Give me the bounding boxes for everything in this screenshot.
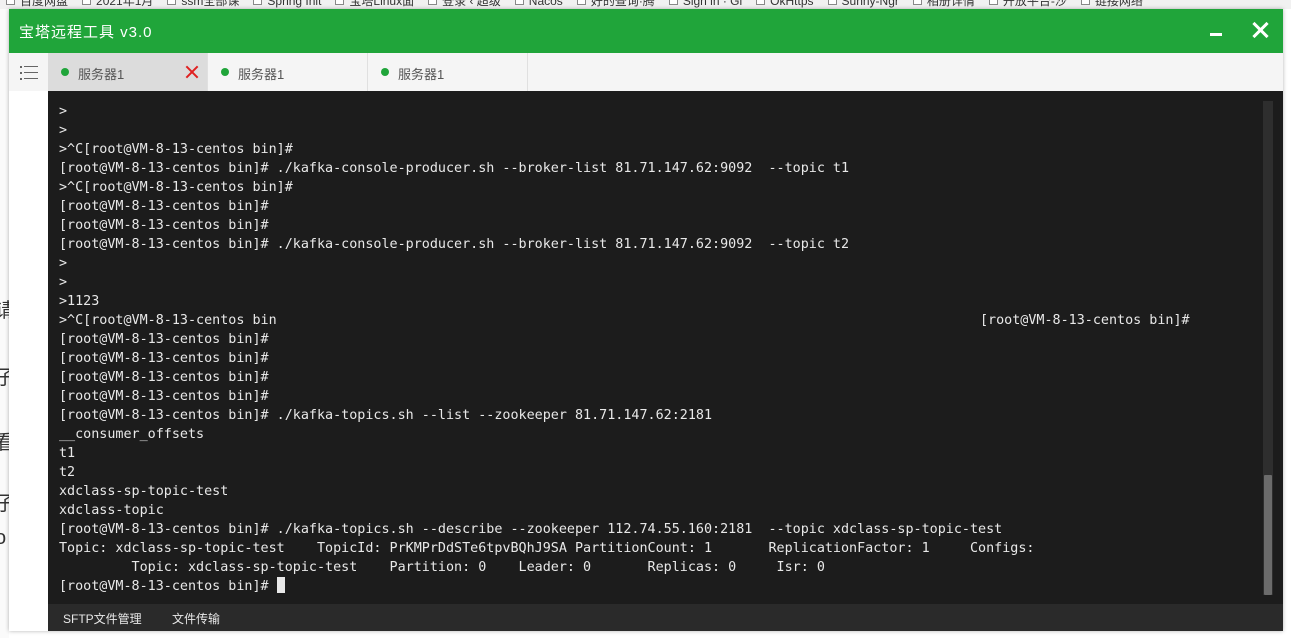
bookmark-item[interactable]: 百度网盘 [0,0,76,9]
title-bar: 宝塔远程工具 v3.0 [9,9,1283,53]
terminal-scrollbar-thumb[interactable] [1264,475,1272,595]
bookmark-item[interactable]: 登录 ‹ 超级 [422,0,509,9]
terminal-line: [root@VM-8-13-centos bin]# ./kafka-conso… [59,161,850,176]
background-page-strip: 请子看子o [0,9,9,638]
bookmark-item[interactable]: ssm全部课 [161,0,247,9]
terminal-line: > [59,256,68,271]
terminal-line: [root@VM-8-13-centos bin]# ./kafka-topic… [59,408,713,423]
terminal-line: >^C[root@VM-8-13-centos bin [59,313,277,328]
background-glyph: o [0,527,7,549]
bookmark-item[interactable]: 2021年1月 [76,0,161,9]
bookmark-item[interactable]: Sunny-Ngr [822,0,907,9]
tab-server-2[interactable]: 服务器1 [208,53,368,91]
terminal-line: xdclass-topic [59,503,164,518]
tab-server-3[interactable]: 服务器1 [368,53,528,91]
tab-file-transfer[interactable]: 文件传输 [172,610,220,627]
terminal-line: >^C[root@VM-8-13-centos bin]# [59,180,293,195]
bookmark-item[interactable]: 好的查询·腾 [571,0,663,9]
terminal-line: [root@VM-8-13-centos bin]# [59,332,269,347]
sidebar [9,91,48,631]
bookmark-item[interactable]: OkHttps [750,0,821,9]
terminal-line: [root@VM-8-13-centos bin]# [59,370,269,385]
terminal[interactable]: > > >^C[root@VM-8-13-centos bin]# [root@… [48,91,1283,604]
minimize-icon[interactable] [1206,19,1226,41]
terminal-line: > [59,275,68,290]
browser-bookmarks-bar: 百度网盘 2021年1月 ssm全部课 Spring Init 宝塔Linux面 登录 ‹… [0,0,1291,9]
terminal-line: [root@VM-8-13-centos bin]# ./kafka-conso… [59,237,850,252]
connected-status-icon [61,68,69,76]
terminal-line: t1 [59,446,76,461]
tab-label: 服务器1 [398,67,445,82]
terminal-line: >^C[root@VM-8-13-centos bin]# [59,142,293,157]
tab-label: 服务器1 [238,67,285,82]
terminal-line: xdclass-sp-topic-test [59,484,229,499]
connected-status-icon [221,68,229,76]
app-title: 宝塔远程工具 v3.0 [19,24,153,41]
bookmark-item[interactable]: Nacos [509,0,571,9]
terminal-line: >1123 [59,294,100,309]
app-window: 宝塔远程工具 v3.0 服务器1 服务器1 服务器1 > > >^C[root@… [9,9,1283,631]
terminal-line: Topic: xdclass-sp-topic-test TopicId: Pr… [59,541,1035,556]
terminal-line: > [59,123,68,138]
terminal-line: Topic: xdclass-sp-topic-test Partition: … [131,560,825,575]
terminal-cursor [276,577,285,593]
connected-status-icon [381,68,389,76]
background-glyph: 子 [0,361,9,390]
bookmark-item[interactable]: 链接网络 [1075,0,1151,9]
bottom-bar: SFTP文件管理 文件传输 [48,604,1283,631]
terminal-line: > [59,104,68,119]
background-glyph: 看 [0,426,9,455]
terminal-line: [root@VM-8-13-centos bin]# [59,389,269,404]
terminal-line: t2 [59,465,76,480]
close-icon[interactable] [1249,18,1271,42]
tab-server-1[interactable]: 服务器1 [48,53,208,91]
terminal-line: [root@VM-8-13-centos bin]# ./kafka-topic… [59,522,1003,537]
bookmark-item[interactable]: 开放平台-沙 [983,0,1075,9]
background-glyph: 请 [0,294,9,323]
background-glyph: 子 [0,487,9,516]
terminal-prompt: [root@VM-8-13-centos bin]# [59,579,277,594]
bookmark-item[interactable]: Spring Init [247,0,329,9]
terminal-line: [root@VM-8-13-centos bin]# [59,351,269,366]
terminal-line: [root@VM-8-13-centos bin]# [59,199,269,214]
bookmark-item[interactable]: 宝塔Linux面 [329,0,422,9]
menu-icon[interactable] [20,66,38,80]
tab-close-icon[interactable] [184,64,200,80]
bookmark-item[interactable]: Sign in · Gi [663,0,750,9]
bookmark-item[interactable]: 相册详情 [907,0,983,9]
tab-label: 服务器1 [78,67,125,82]
tab-sftp[interactable]: SFTP文件管理 [63,610,142,627]
terminal-output: > > >^C[root@VM-8-13-centos bin]# [root@… [59,102,1034,596]
terminal-right-prompt: [root@VM-8-13-centos bin]# [980,313,1190,328]
tab-bar: 服务器1 服务器1 服务器1 [9,53,1283,92]
terminal-line: __consumer_offsets [59,427,205,442]
terminal-line: [root@VM-8-13-centos bin]# [59,218,269,233]
